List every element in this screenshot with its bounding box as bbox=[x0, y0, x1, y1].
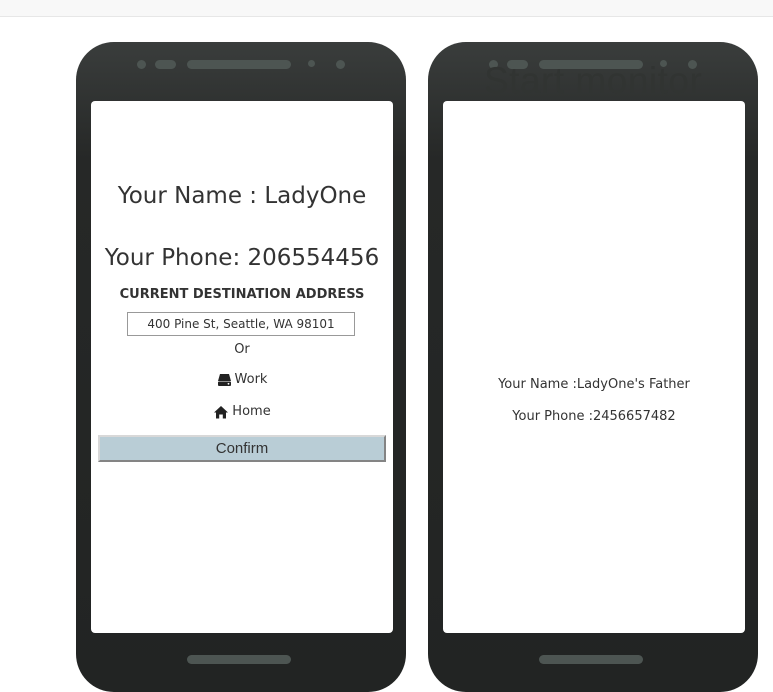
front-camera bbox=[308, 60, 315, 67]
camera-dot bbox=[137, 60, 146, 69]
monitor-phone-screen: Your Name :LadyOne's Father Your Phone :… bbox=[443, 101, 745, 633]
user-phone-number: Your Phone: 206554456 bbox=[104, 245, 380, 271]
sensor-dot bbox=[336, 60, 345, 69]
confirm-button[interactable]: Confirm bbox=[98, 435, 386, 462]
home-option[interactable]: Home bbox=[91, 404, 393, 419]
user-name: Your Name : LadyOne bbox=[117, 183, 367, 209]
sensor-pill bbox=[155, 60, 176, 69]
monitor-phone-number: Your Phone :2456657482 bbox=[512, 409, 676, 424]
top-navbar bbox=[0, 0, 773, 17]
home-button-bar bbox=[539, 655, 643, 664]
destination-label: CURRENT DESTINATION ADDRESS bbox=[119, 287, 365, 302]
user-phone-mockup: Your Name : LadyOne Your Phone: 20655445… bbox=[76, 42, 406, 692]
start-monitor-title: Start monitor bbox=[484, 60, 703, 101]
monitor-phone-mockup: Your Name :LadyOne's Father Your Phone :… bbox=[428, 42, 758, 692]
user-phone-screen: Your Name : LadyOne Your Phone: 20655445… bbox=[91, 101, 393, 633]
work-option[interactable]: Work bbox=[91, 372, 393, 387]
hard-drive-icon bbox=[217, 373, 232, 387]
home-icon bbox=[213, 405, 229, 419]
home-label: Home bbox=[232, 404, 271, 419]
or-separator: Or bbox=[234, 342, 250, 357]
destination-address-input[interactable] bbox=[127, 312, 355, 336]
home-button-bar bbox=[187, 655, 291, 664]
speaker-grille bbox=[187, 60, 291, 69]
work-label: Work bbox=[234, 372, 268, 387]
monitor-name: Your Name :LadyOne's Father bbox=[498, 377, 690, 392]
